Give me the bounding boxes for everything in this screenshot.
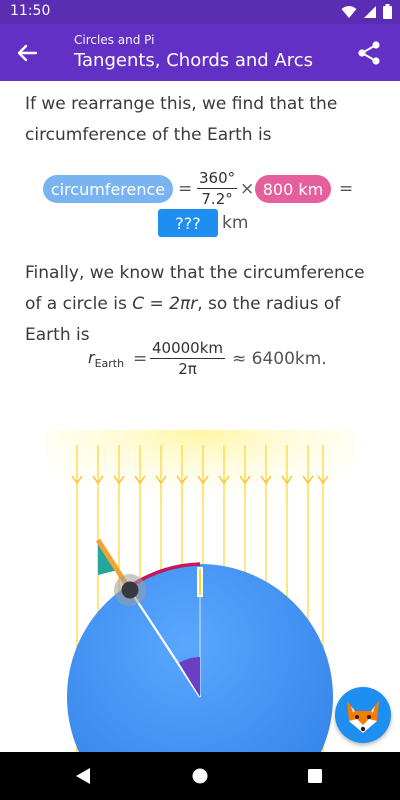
equals-sign-3: = [133, 349, 148, 369]
answer-input[interactable]: ??? [158, 209, 218, 237]
radius-label: rEarth [88, 348, 124, 370]
square-recent-icon[interactable] [308, 769, 322, 783]
triangle-back-icon[interactable] [74, 767, 92, 785]
fox-mascot-button[interactable] [335, 687, 391, 743]
radius-result: ≈ 6400km. [232, 349, 327, 369]
status-time: 11:50 [10, 3, 51, 19]
paragraph-rearrange: If we rearrange this, we find that the c… [25, 94, 338, 145]
status-icons [341, 4, 392, 19]
radius-fraction-denominator: 2π [178, 360, 197, 378]
unit-km: km [222, 213, 249, 233]
share-icon[interactable] [356, 40, 382, 66]
chapter-title: Circles and Pi [74, 33, 155, 47]
radius-symbol: r [88, 348, 95, 367]
fox-icon [347, 701, 379, 733]
angle-fraction-denominator: 7.2° [201, 190, 233, 208]
angle-fraction: 360° 7.2° [197, 169, 238, 208]
arrow-left-icon[interactable] [12, 38, 42, 68]
angle-fraction-numerator: 360° [197, 169, 238, 189]
equals-sign: = [178, 179, 193, 199]
radius-subscript: Earth [94, 357, 125, 371]
app-bar: Circles and Pi Tangents, Chords and Arcs [0, 24, 400, 81]
distance-pill: 800 km [255, 175, 331, 203]
battery-icon [383, 4, 392, 19]
circle-home-icon[interactable] [192, 768, 208, 784]
paragraph-radius: Finally, we know that the circumference … [25, 258, 380, 351]
times-sign: × [240, 179, 255, 199]
radius-fraction: 40000km 2π [150, 339, 226, 378]
wifi-icon [341, 5, 357, 18]
status-bar: 11:50 [0, 0, 400, 24]
signal-icon [364, 5, 376, 18]
radius-fraction-numerator: 40000km [150, 339, 226, 359]
circumference-formula: C = 2πr [132, 294, 198, 314]
pole-joint[interactable] [121, 581, 139, 599]
well-marker-inner [199, 569, 201, 595]
page-title: Tangents, Chords and Arcs [74, 50, 314, 71]
equals-sign-2: = [339, 179, 354, 199]
circumference-pill: circumference [43, 175, 173, 203]
system-nav-bar [0, 752, 400, 800]
